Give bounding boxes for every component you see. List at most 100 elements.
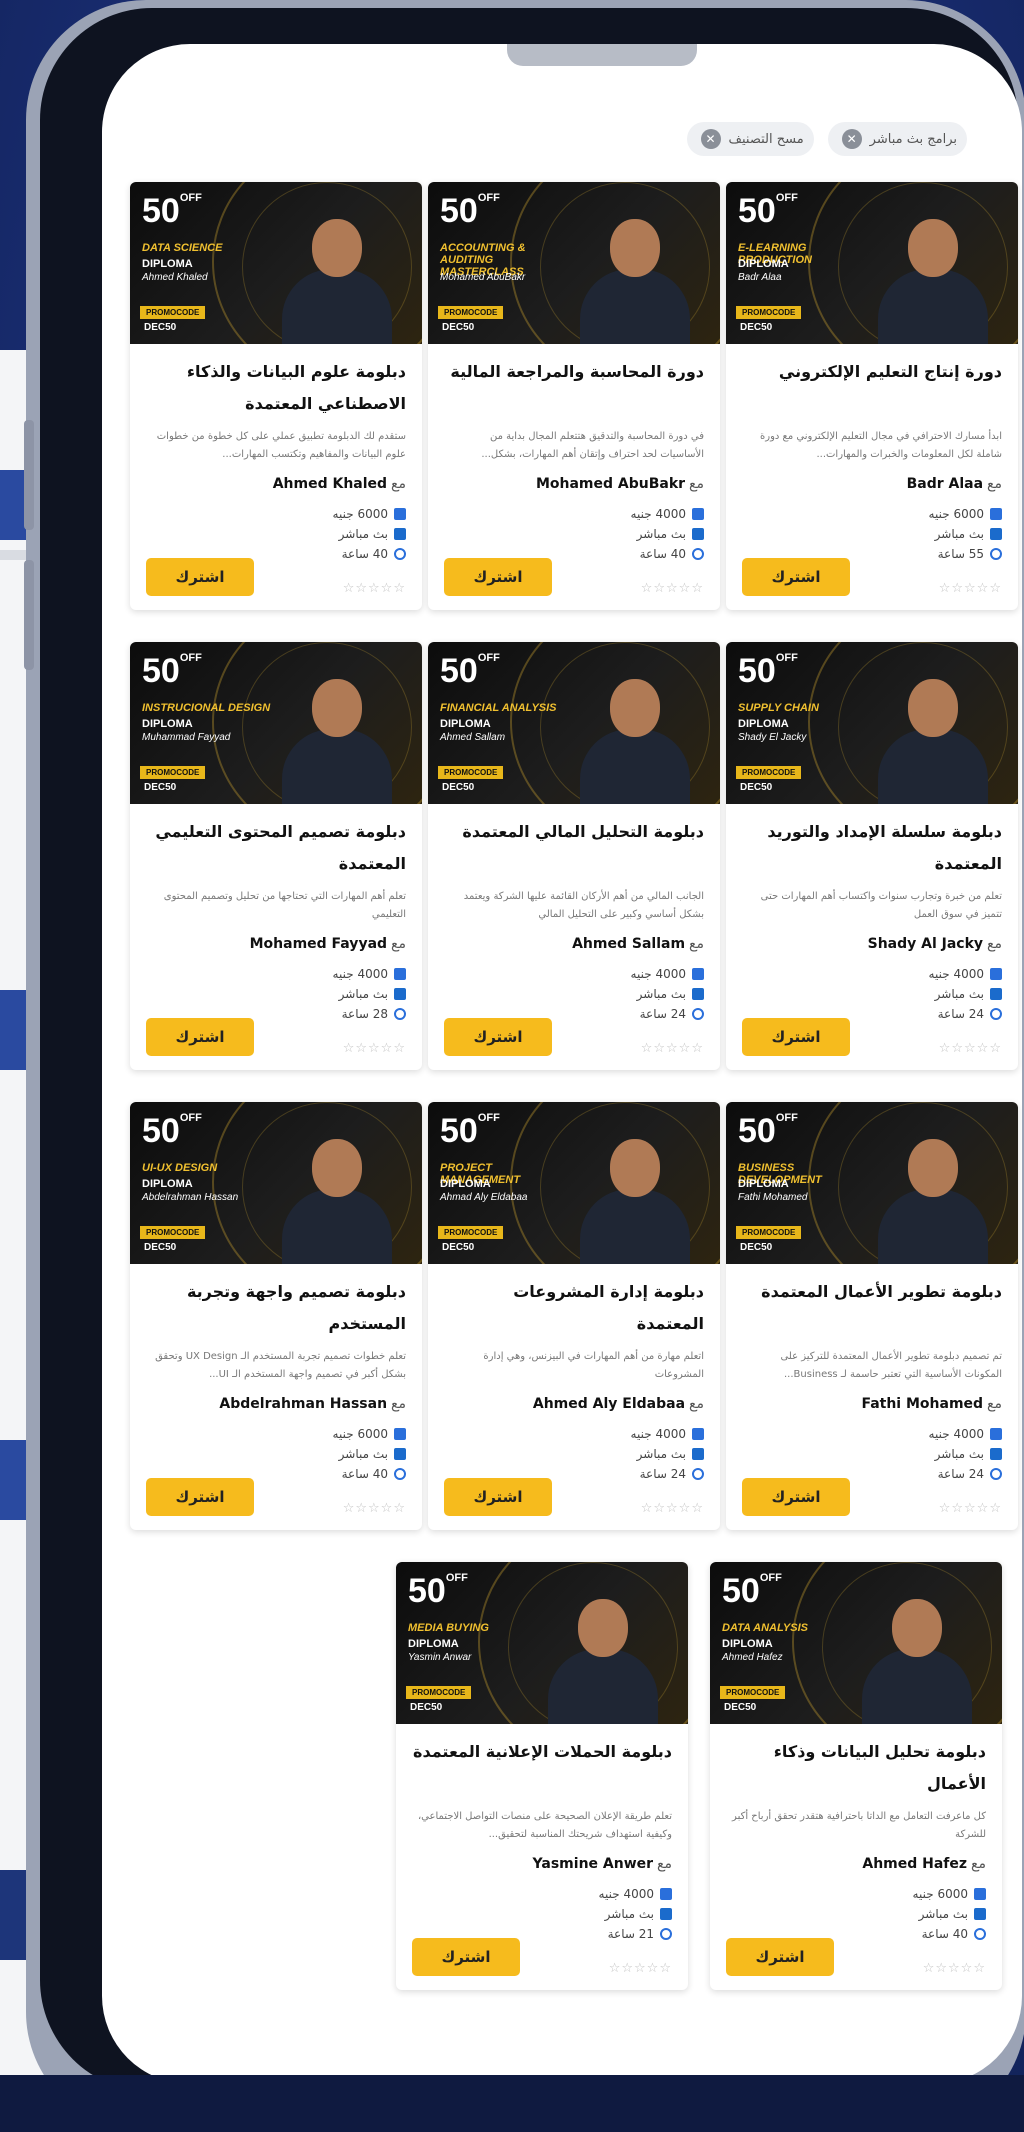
instructor-photo [878, 669, 988, 804]
course-price: 4000 جنيه [396, 1884, 688, 1904]
filter-chip-label: مسح التصنيف [728, 131, 804, 147]
course-title[interactable]: دبلومة تصميم واجهة وتجربة المستخدم [130, 1264, 422, 1344]
promocode-value: DEC50 [144, 1242, 177, 1253]
subscribe-button[interactable]: اشترك [444, 1478, 552, 1516]
course-card[interactable]: 50OFF BUSINESS DEVELOPMENT DIPLOMA Fathi… [726, 1102, 1018, 1530]
course-description: اتعلم مهارة من أهم المهارات في البيزنس، … [483, 1351, 704, 1380]
promocode-badge: PROMOCODE [736, 1226, 802, 1239]
course-instructor: معFathi Mohamed [861, 1396, 1002, 1412]
rating-stars[interactable]: ☆☆☆☆☆ [641, 1501, 704, 1516]
subscribe-button[interactable]: اشترك [444, 558, 552, 596]
promocode-value: DEC50 [442, 1242, 475, 1253]
course-price: 4000 جنيه [726, 964, 1018, 984]
rating-stars[interactable]: ☆☆☆☆☆ [939, 1501, 1002, 1516]
bottom-bar [0, 2075, 1024, 2132]
phone-notch [507, 44, 697, 66]
promocode-value: DEC50 [442, 322, 475, 333]
rating-stars[interactable]: ☆☆☆☆☆ [641, 581, 704, 596]
course-banner[interactable]: 50OFF BUSINESS DEVELOPMENT DIPLOMA Fathi… [726, 1102, 1018, 1264]
instructor-photo [548, 1589, 658, 1724]
banner-diploma: DIPLOMA [408, 1638, 459, 1650]
course-card[interactable]: 50OFF UI-UX DESIGN DIPLOMA Abdelrahman H… [130, 1102, 422, 1530]
credit-card-icon [990, 1428, 1002, 1440]
course-delivery: بث مباشر [130, 984, 422, 1004]
course-card[interactable]: 50OFF ACCOUNTING & AUDITING MASTERCLASS … [428, 182, 720, 610]
subscribe-button[interactable]: اشترك [444, 1018, 552, 1056]
course-banner[interactable]: 50OFF INSTRUCIONAL DESIGN DIPLOMA Muhamm… [130, 642, 422, 804]
course-title[interactable]: دبلومة تطوير الأعمال المعتمدة [726, 1264, 1018, 1344]
phone-bezel: برامج بث مباشر ✕ مسح التصنيف ✕ 50OFF E-L… [40, 8, 1022, 2092]
subscribe-button[interactable]: اشترك [726, 1938, 834, 1976]
course-card[interactable]: 50OFF SUPPLY CHAIN DIPLOMA Shady El Jack… [726, 642, 1018, 1070]
banner-title: UI-UX DESIGN [142, 1162, 218, 1174]
filter-bar: برامج بث مباشر ✕ مسح التصنيف ✕ [686, 122, 967, 156]
banner-instructor: Ahmed Sallam [440, 732, 506, 743]
credit-card-icon [990, 508, 1002, 520]
subscribe-button[interactable]: اشترك [742, 1018, 850, 1056]
course-instructor: معAhmed Sallam [572, 936, 704, 952]
course-price: 6000 جنيه [726, 504, 1018, 524]
course-title[interactable]: دبلومة علوم البيانات والذكاء الاصطناعي ا… [130, 344, 422, 424]
course-card[interactable]: 50OFF INSTRUCIONAL DESIGN DIPLOMA Muhamm… [130, 642, 422, 1070]
course-price: 6000 جنيه [130, 1424, 422, 1444]
course-card[interactable]: 50OFF DATA SCIENCE DIPLOMA Ahmed Khaled … [130, 182, 422, 610]
credit-card-icon [692, 968, 704, 980]
course-title[interactable]: دبلومة سلسلة الإمداد والتوريد المعتمدة [726, 804, 1018, 884]
course-banner[interactable]: 50OFF E-LEARNING PRODUCTION DIPLOMA Badr… [726, 182, 1018, 344]
instructor-photo [878, 1129, 988, 1264]
discount-badge: 50OFF [440, 1112, 500, 1150]
rating-stars[interactable]: ☆☆☆☆☆ [343, 581, 406, 596]
credit-card-icon [692, 508, 704, 520]
course-title[interactable]: دبلومة تصميم المحتوى التعليمي المعتمدة [130, 804, 422, 884]
subscribe-button[interactable]: اشترك [146, 1018, 254, 1056]
filter-chip-clear[interactable]: مسح التصنيف ✕ [686, 122, 814, 156]
course-card[interactable]: 50OFF E-LEARNING PRODUCTION DIPLOMA Badr… [726, 182, 1018, 610]
banner-instructor: Ahmad Aly Eldabaa [440, 1192, 528, 1203]
banner-title: DATA SCIENCE [142, 242, 223, 254]
course-instructor: معBadr Alaa [906, 476, 1002, 492]
subscribe-button[interactable]: اشترك [742, 558, 850, 596]
rating-stars[interactable]: ☆☆☆☆☆ [343, 1041, 406, 1056]
course-title[interactable]: دبلومة إدارة المشروعات المعتمدة [428, 1264, 720, 1344]
rating-stars[interactable]: ☆☆☆☆☆ [609, 1961, 672, 1976]
close-icon[interactable]: ✕ [700, 129, 721, 149]
course-banner[interactable]: 50OFF MEDIA BUYING DIPLOMA Yasmin Anwar … [396, 1562, 688, 1724]
promocode-badge: PROMOCODE [406, 1686, 472, 1699]
course-banner[interactable]: 50OFF DATA ANALYSIS DIPLOMA Ahmed Hafez … [710, 1562, 1002, 1724]
rating-stars[interactable]: ☆☆☆☆☆ [939, 581, 1002, 596]
credit-card-icon [974, 1888, 986, 1900]
banner-instructor: Muhammad Fayyad [142, 732, 231, 743]
course-card[interactable]: 50OFF FINANCIAL ANALYSIS DIPLOMA Ahmed S… [428, 642, 720, 1070]
subscribe-button[interactable]: اشترك [412, 1938, 520, 1976]
course-card[interactable]: 50OFF PROJECT MANAGEMENT DIPLOMA Ahmad A… [428, 1102, 720, 1530]
rating-stars[interactable]: ☆☆☆☆☆ [923, 1961, 986, 1976]
course-banner[interactable]: 50OFF PROJECT MANAGEMENT DIPLOMA Ahmad A… [428, 1102, 720, 1264]
course-title[interactable]: دورة المحاسبة والمراجعة المالية [428, 344, 720, 424]
course-title[interactable]: دبلومة تحليل البيانات وذكاء الأعمال [710, 1724, 1002, 1804]
subscribe-button[interactable]: اشترك [146, 558, 254, 596]
course-card[interactable]: 50OFF DATA ANALYSIS DIPLOMA Ahmed Hafez … [710, 1562, 1002, 1990]
promocode-badge: PROMOCODE [438, 306, 504, 319]
banner-diploma: DIPLOMA [142, 1178, 193, 1190]
rating-stars[interactable]: ☆☆☆☆☆ [939, 1041, 1002, 1056]
instructor-photo [282, 669, 392, 804]
rating-stars[interactable]: ☆☆☆☆☆ [641, 1041, 704, 1056]
course-banner[interactable]: 50OFF DATA SCIENCE DIPLOMA Ahmed Khaled … [130, 182, 422, 344]
course-title[interactable]: دبلومة الحملات الإعلانية المعتمدة [396, 1724, 688, 1804]
course-banner[interactable]: 50OFF SUPPLY CHAIN DIPLOMA Shady El Jack… [726, 642, 1018, 804]
course-banner[interactable]: 50OFF ACCOUNTING & AUDITING MASTERCLASS … [428, 182, 720, 344]
subscribe-button[interactable]: اشترك [742, 1478, 850, 1516]
promocode-badge: PROMOCODE [438, 1226, 504, 1239]
course-card[interactable]: 50OFF MEDIA BUYING DIPLOMA Yasmin Anwar … [396, 1562, 688, 1990]
live-stream-icon [394, 528, 406, 540]
rating-stars[interactable]: ☆☆☆☆☆ [343, 1501, 406, 1516]
course-banner[interactable]: 50OFF FINANCIAL ANALYSIS DIPLOMA Ahmed S… [428, 642, 720, 804]
course-title[interactable]: دبلومة التحليل المالي المعتمدة [428, 804, 720, 884]
subscribe-button[interactable]: اشترك [146, 1478, 254, 1516]
credit-card-icon [394, 508, 406, 520]
course-title[interactable]: دورة إنتاج التعليم الإلكتروني [726, 344, 1018, 424]
filter-chip-live[interactable]: برامج بث مباشر ✕ [827, 122, 967, 156]
discount-badge: 50OFF [738, 652, 798, 690]
close-icon[interactable]: ✕ [841, 129, 862, 149]
course-banner[interactable]: 50OFF UI-UX DESIGN DIPLOMA Abdelrahman H… [130, 1102, 422, 1264]
